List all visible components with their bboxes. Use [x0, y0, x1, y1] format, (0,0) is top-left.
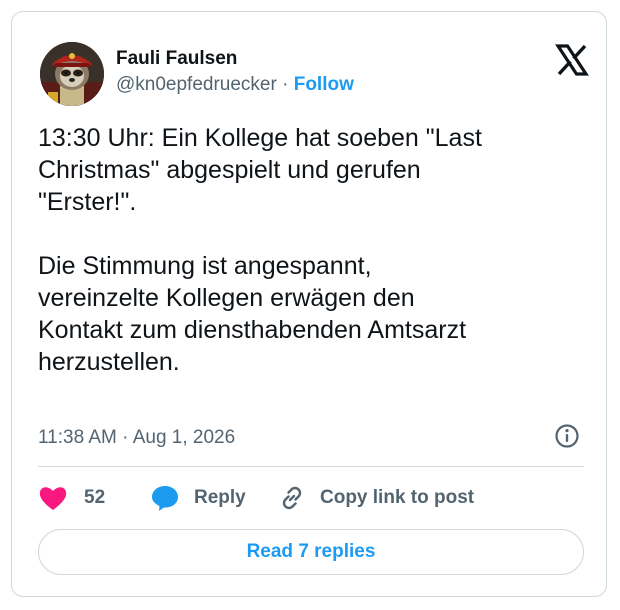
speech-bubble-icon: [152, 486, 178, 511]
copy-link-label: Copy link to post: [320, 487, 475, 508]
copy-link-button[interactable]: Copy link to post: [278, 482, 474, 514]
avatar[interactable]: [40, 42, 104, 106]
tweet-timestamp[interactable]: 11:38 AM · Aug 1, 2026: [38, 427, 235, 449]
author-name[interactable]: Fauli Faulsen: [116, 48, 237, 70]
read-replies-button[interactable]: Read 7 replies: [38, 529, 584, 575]
divider: [38, 466, 584, 467]
x-logo-icon[interactable]: [552, 40, 592, 80]
tweet-card: Fauli Faulsen @kn0epfedruecker · Follow …: [11, 11, 607, 597]
reply-button[interactable]: Reply: [150, 482, 246, 514]
tweet-text: 13:30 Uhr: Ein Kollege hat soeben "Last …: [38, 124, 482, 376]
follow-button[interactable]: Follow: [294, 74, 354, 95]
info-icon[interactable]: [553, 422, 581, 450]
sloth-avatar-image: [40, 42, 104, 106]
author-handle[interactable]: @kn0epfedruecker: [116, 74, 277, 95]
link-icon: [282, 486, 302, 510]
like-button[interactable]: 52: [38, 482, 105, 514]
heart-icon: [39, 487, 67, 510]
separator-dot: ·: [282, 74, 289, 95]
like-count: 52: [84, 487, 106, 508]
author-handle-row: @kn0epfedruecker · Follow: [116, 74, 354, 96]
reply-label: Reply: [194, 487, 246, 508]
